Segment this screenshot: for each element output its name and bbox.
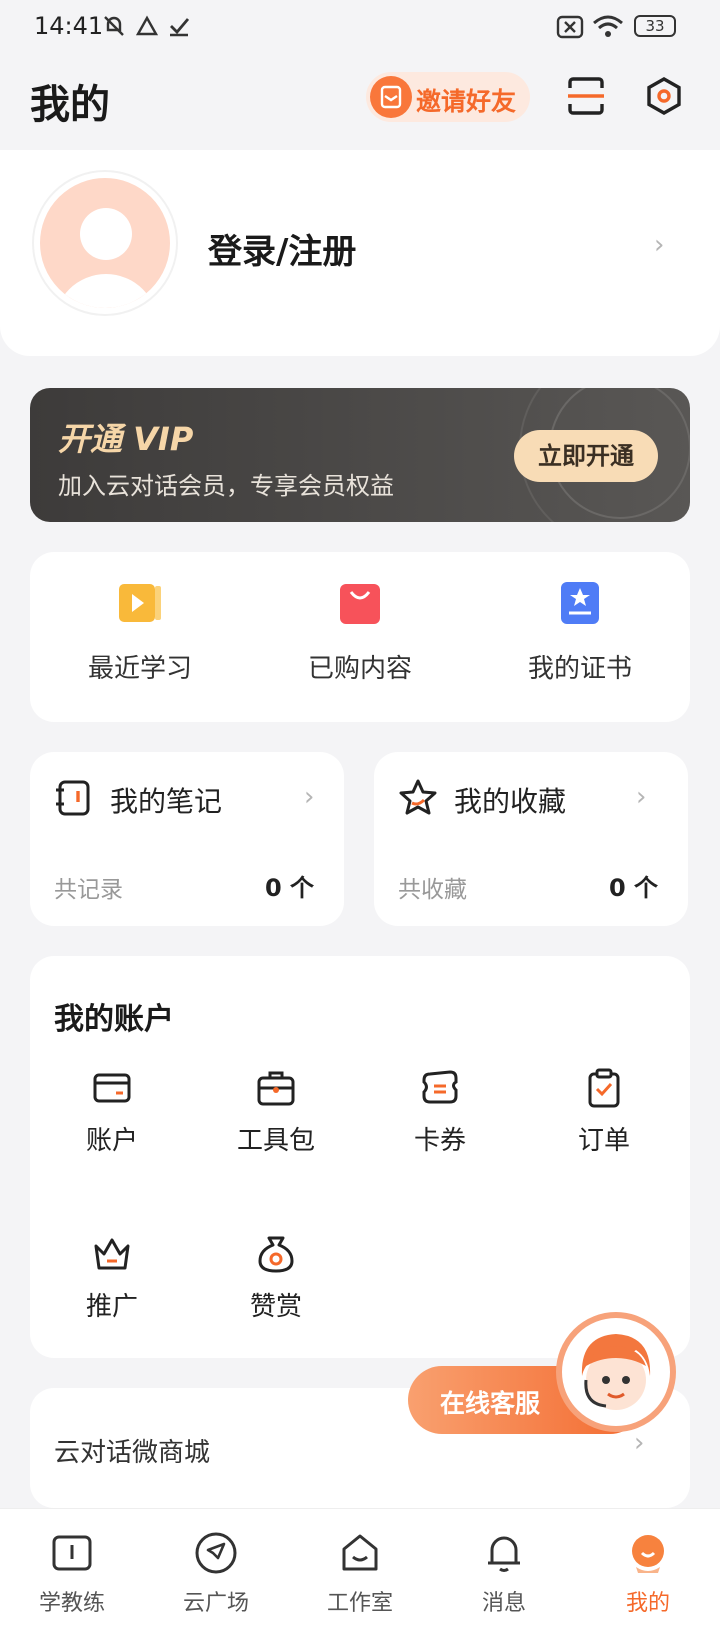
notes-icon — [56, 780, 90, 816]
tab-label: 消息 — [481, 1591, 526, 1616]
shopping-bag-icon — [340, 584, 380, 624]
agent-icon — [566, 1322, 666, 1422]
account-item-label: 推广 — [85, 1292, 138, 1322]
notes-sub: 共记录 — [54, 877, 123, 903]
service-label: 在线客服 — [440, 1389, 541, 1418]
shop-label: 云对话微商城 — [54, 1438, 211, 1468]
status-time: 14:41 — [34, 12, 104, 40]
settings-icon[interactable] — [644, 76, 684, 116]
toolbox-item[interactable]: 工具包 — [216, 1068, 336, 1157]
account-item-label: 账户 — [85, 1126, 138, 1156]
account-item[interactable]: 账户 — [52, 1068, 172, 1157]
recent-study-item[interactable]: 最近学习 — [30, 580, 250, 685]
crown-icon — [94, 1238, 130, 1270]
chevron-right-icon: › — [304, 782, 315, 812]
certificate-item[interactable]: 我的证书 — [470, 580, 690, 685]
scan-icon[interactable] — [566, 76, 606, 116]
purchased-item[interactable]: 已购内容 — [250, 580, 470, 685]
mute-icon — [104, 16, 124, 36]
toolbox-icon — [257, 1071, 295, 1106]
notes-card[interactable]: 我的笔记 › 共记录 0 个 — [30, 752, 344, 926]
vip-title: 开通 VIP — [58, 420, 194, 458]
tab-coach[interactable]: 学教练 — [0, 1531, 144, 1617]
invite-label: 邀请好友 — [416, 87, 517, 116]
vip-subtitle: 加入云对话会员，专享会员权益 — [58, 472, 394, 500]
notes-title: 我的笔记 — [110, 785, 223, 818]
house-icon — [342, 1534, 378, 1571]
service-agent-avatar[interactable] — [556, 1312, 676, 1432]
play-book-icon — [119, 584, 161, 622]
money-bag-icon — [258, 1236, 294, 1273]
no-sim-icon — [556, 15, 584, 39]
account-item-label: 赞赏 — [249, 1292, 302, 1322]
quick-label: 已购内容 — [307, 654, 412, 684]
favorites-card[interactable]: 我的收藏 › 共收藏 0 个 — [374, 752, 688, 926]
tab-messages[interactable]: 消息 — [432, 1531, 576, 1617]
login-register-link[interactable]: 登录/注册 — [208, 224, 356, 273]
tab-label: 工作室 — [326, 1591, 393, 1616]
reward-item[interactable]: 赞赏 — [216, 1234, 336, 1323]
clipboard-icon — [588, 1068, 620, 1108]
chevron-right-icon: › — [636, 782, 647, 812]
tab-label: 学教练 — [38, 1591, 105, 1616]
account-item-label: 工具包 — [236, 1126, 315, 1156]
account-card: 我的账户 账户 工具包 卡券 订单 推广 赞赏 — [30, 956, 690, 1358]
coupon-icon — [422, 1070, 458, 1104]
invite-icon — [370, 76, 412, 118]
check-icon — [170, 18, 190, 37]
avatar[interactable] — [34, 172, 176, 314]
bottom-tab-bar: 学教练 云广场 工作室 消息 我的 — [0, 1508, 720, 1650]
tab-studio[interactable]: 工作室 — [288, 1531, 432, 1617]
star-icon — [399, 779, 437, 815]
bell-icon — [488, 1536, 520, 1572]
compass-icon — [195, 1532, 237, 1574]
coupon-item[interactable]: 卡券 — [380, 1068, 500, 1157]
quick-label: 最近学习 — [87, 654, 192, 684]
tab-mine[interactable]: 我的 — [576, 1531, 720, 1617]
account-item-label: 卡券 — [413, 1126, 466, 1156]
favorites-sub: 共收藏 — [398, 877, 467, 903]
favorites-title: 我的收藏 — [454, 785, 567, 818]
profile-icon — [632, 1535, 664, 1573]
vip-open-button[interactable]: 立即开通 — [514, 430, 658, 482]
quick-label: 我的证书 — [527, 654, 632, 684]
orders-item[interactable]: 订单 — [544, 1068, 664, 1157]
warning-icon — [136, 15, 158, 36]
tab-plaza[interactable]: 云广场 — [144, 1531, 288, 1617]
card-icon — [93, 1073, 131, 1103]
certificate-icon — [561, 582, 599, 624]
promote-item[interactable]: 推广 — [52, 1234, 172, 1323]
invite-friends-button[interactable]: 邀请好友 — [366, 72, 530, 122]
chevron-right-icon: › — [654, 230, 665, 260]
notes-count: 0 个 — [264, 874, 314, 902]
chevron-right-icon: › — [634, 1428, 645, 1458]
wifi-icon — [593, 15, 623, 37]
page-title: 我的 — [30, 82, 110, 128]
book-icon — [52, 1535, 92, 1571]
account-title: 我的账户 — [54, 1002, 174, 1037]
battery-indicator: 33 — [634, 15, 676, 37]
favorites-count: 0 个 — [608, 874, 658, 902]
quick-links-card: 最近学习 已购内容 我的证书 — [30, 552, 690, 722]
status-bar: 14:41 33 — [0, 0, 720, 56]
account-item-label: 订单 — [577, 1126, 630, 1156]
vip-banner[interactable]: 开通 VIP 加入云对话会员，专享会员权益 立即开通 — [30, 388, 690, 522]
tab-label: 我的 — [625, 1591, 670, 1616]
tab-label: 云广场 — [182, 1591, 249, 1616]
profile-card[interactable]: 登录/注册 › — [0, 150, 720, 356]
